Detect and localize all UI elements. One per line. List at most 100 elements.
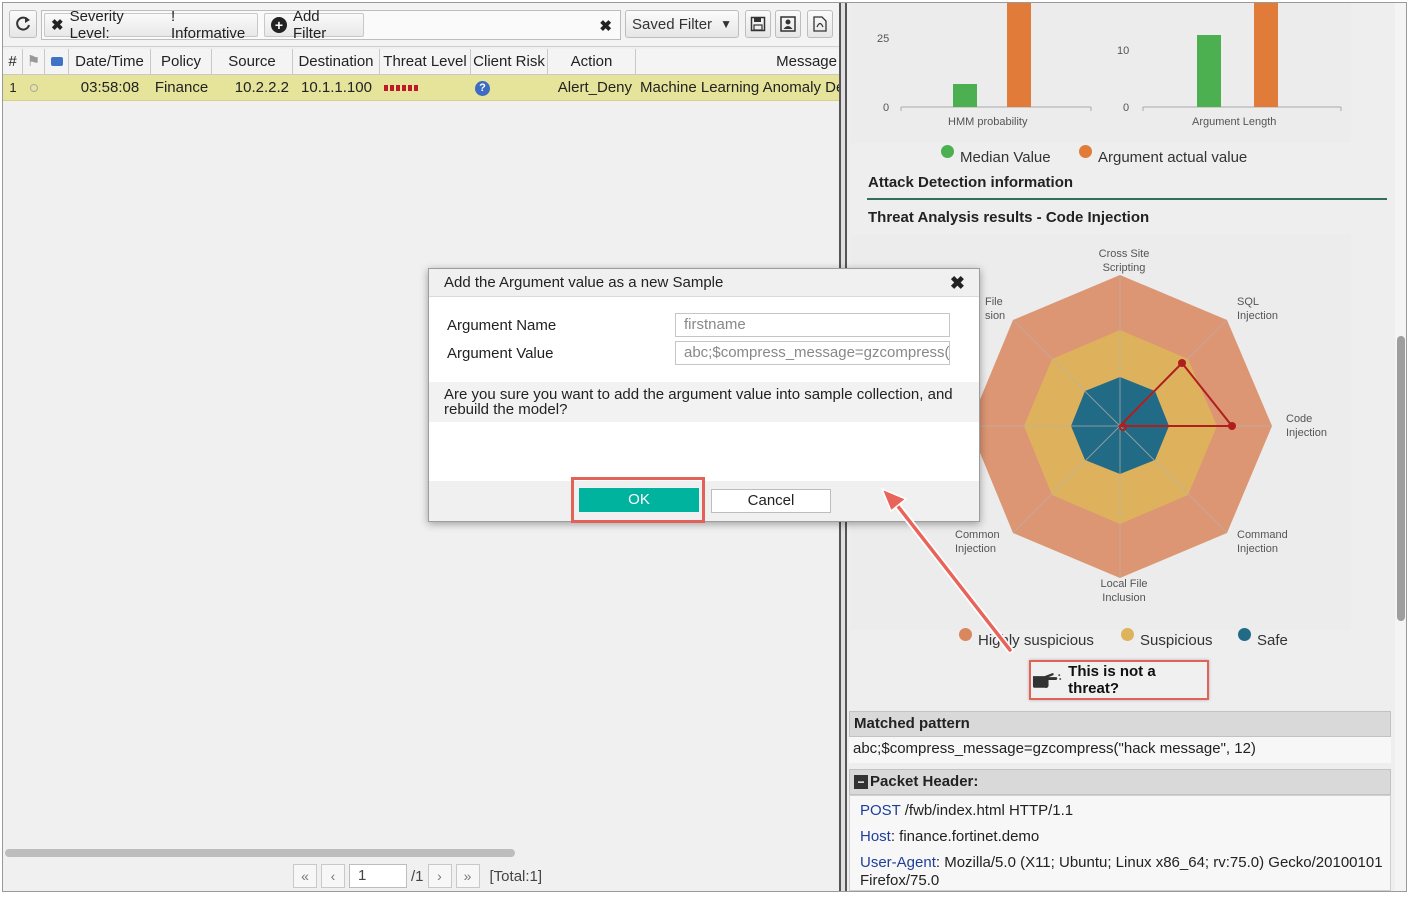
argument-value-field[interactable]: abc;$compress_message=gzcompress(": [675, 341, 950, 365]
axis-label-command-line1: Command: [1237, 529, 1288, 541]
argument-name-field[interactable]: firstname: [675, 313, 950, 337]
comment-cell[interactable]: [45, 75, 69, 101]
col-datetime[interactable]: Date/Time: [69, 49, 151, 75]
col-source[interactable]: Source: [212, 49, 293, 75]
col-flag[interactable]: ⚑: [23, 49, 45, 75]
argument-value-label: Argument Value: [447, 345, 554, 362]
saved-filter-dropdown[interactable]: Saved Filter ▼: [625, 10, 739, 38]
orange-dot-icon: [1079, 145, 1092, 158]
save-button[interactable]: [745, 10, 771, 38]
matched-pattern-value: abc;$compress_message=gzcompress("hack m…: [853, 740, 1256, 757]
add-filter-button[interactable]: + Add Filter: [264, 8, 364, 42]
axis-label-lfi: Local File Inclusion: [1089, 577, 1159, 605]
page-count: /1: [411, 867, 424, 885]
log-table-header: # ⚑ Date/Time Policy Source Destination …: [3, 49, 839, 75]
legend-suspicious-label: Suspicious: [1140, 632, 1213, 649]
axis-label-xss: Cross Site Scripting: [1098, 248, 1150, 274]
chart2-ytick: 0: [1123, 102, 1130, 114]
refresh-button[interactable]: [9, 10, 37, 38]
collapse-icon[interactable]: −: [854, 775, 868, 789]
datetime-cell: 03:58:08: [80, 79, 140, 96]
pagination: « ‹ 1 /1 › » [Total:1]: [293, 863, 542, 889]
threat-analysis-title: Threat Analysis results - Code Injection: [868, 209, 1150, 226]
close-icon[interactable]: ✖: [950, 273, 965, 294]
action-cell: Alert_Deny: [557, 79, 632, 96]
col-destination[interactable]: Destination: [293, 49, 380, 75]
remove-filter-icon[interactable]: ✖: [51, 16, 64, 34]
green-dot-icon: [941, 145, 954, 158]
col-action[interactable]: Action: [548, 49, 636, 75]
col-number[interactable]: #: [3, 49, 23, 75]
legend-actual: Argument actual value: [1079, 145, 1248, 166]
last-page-button[interactable]: »: [455, 864, 480, 888]
not-a-threat-button[interactable]: This is not a threat?: [1029, 660, 1209, 700]
user-report-icon: [780, 16, 796, 32]
filter-bar[interactable]: ✖ Severity Level: ! Informative + Add Fi…: [41, 8, 621, 42]
page-input[interactable]: 1: [349, 864, 407, 888]
legend-highly-suspicious: Highly suspicious: [959, 628, 1094, 649]
clear-filters-icon[interactable]: ✖: [599, 17, 612, 35]
argument-name-label: Argument Name: [447, 317, 557, 334]
packet-header-toggle[interactable]: − Packet Header:: [849, 769, 1391, 795]
severity-filter-chip[interactable]: ✖ Severity Level: ! Informative: [44, 8, 258, 42]
save-icon: [750, 16, 766, 32]
col-comment[interactable]: [45, 49, 69, 75]
threat-level-cell: [380, 75, 471, 101]
col-policy[interactable]: Policy: [151, 49, 212, 75]
report-button[interactable]: [775, 10, 801, 38]
client-risk-cell: ?: [471, 75, 548, 101]
prev-page-button[interactable]: ‹: [321, 864, 345, 888]
status-circle-icon: [30, 84, 38, 92]
chevron-left-icon: ‹: [330, 868, 336, 884]
horizontal-scrollbar[interactable]: [5, 849, 515, 857]
user-agent-value: : Mozilla/5.0 (X11; Ubuntu; Linux x86_64…: [935, 854, 1383, 871]
axis-label-code-line2: Injection: [1286, 427, 1327, 439]
legend-actual-label: Argument actual value: [1098, 149, 1248, 166]
axis-label-sqli-line2: Injection: [1237, 310, 1278, 322]
axis-label-command-line2: Injection: [1237, 543, 1278, 555]
vertical-scrollbar[interactable]: [1395, 3, 1406, 891]
chart2-xlabel: Argument Length: [1192, 116, 1277, 128]
axis-label-lfi-line1: Local File: [1100, 578, 1148, 590]
section-divider: [867, 198, 1387, 200]
severity-label: Severity Level:: [69, 8, 124, 42]
axis-label-code-line1: Code: [1286, 413, 1313, 425]
axis-label-file-line2: sion: [985, 310, 1006, 322]
col-threat-level[interactable]: Threat Level: [380, 49, 471, 75]
col-message[interactable]: Message: [636, 49, 839, 75]
legend-median-label: Median Value: [960, 149, 1051, 166]
scrollbar-thumb[interactable]: [1397, 336, 1405, 621]
safe-dot-icon: [1238, 628, 1251, 641]
pdf-button[interactable]: [807, 10, 833, 38]
flag-icon: ⚑: [26, 53, 41, 70]
method-key: POST: [860, 802, 901, 819]
col-client-risk[interactable]: Client Risk: [471, 49, 548, 75]
axis-label-file: File sion: [985, 295, 1005, 323]
flag-cell[interactable]: [23, 75, 45, 101]
help-icon[interactable]: ?: [475, 80, 490, 96]
saved-filter-label: Saved Filter: [632, 15, 713, 33]
chevron-down-icon: ▼: [720, 17, 732, 31]
host-line: Host: finance.fortinet.demo: [860, 828, 1039, 845]
legend-median: Median Value: [941, 145, 1051, 166]
axis-label-lfi-line2: Inclusion: [1102, 592, 1146, 604]
cancel-button[interactable]: Cancel: [711, 489, 831, 513]
legend-suspicious: Suspicious: [1121, 628, 1213, 649]
axis-label-code: Code Injection: [1286, 412, 1327, 440]
bar-hmm-actual: [1007, 3, 1031, 107]
next-page-button[interactable]: ›: [427, 864, 452, 888]
first-page-button[interactable]: «: [293, 864, 317, 888]
table-row[interactable]: 1 03:58:08 Finance 10.2.2.2 10.1.1.100 ?…: [3, 75, 839, 101]
highly-suspicious-dot-icon: [959, 628, 972, 641]
ok-button[interactable]: OK: [579, 488, 699, 512]
chart1-ytick: 25: [877, 33, 890, 45]
radar-point-sqli: [1178, 359, 1186, 367]
axis-label-sqli: SQL Injection: [1237, 295, 1278, 323]
row-number: 1: [9, 80, 17, 95]
bar-hmm-median: [953, 84, 977, 107]
legend-highly-label: Highly suspicious: [978, 632, 1094, 649]
confirm-message: Are you sure you want to add the argumen…: [429, 382, 979, 422]
not-a-threat-label: This is not a threat?: [1068, 663, 1156, 697]
policy-cell: Finance: [154, 79, 209, 96]
user-agent-value-cont: Firefox/75.0: [860, 872, 940, 889]
